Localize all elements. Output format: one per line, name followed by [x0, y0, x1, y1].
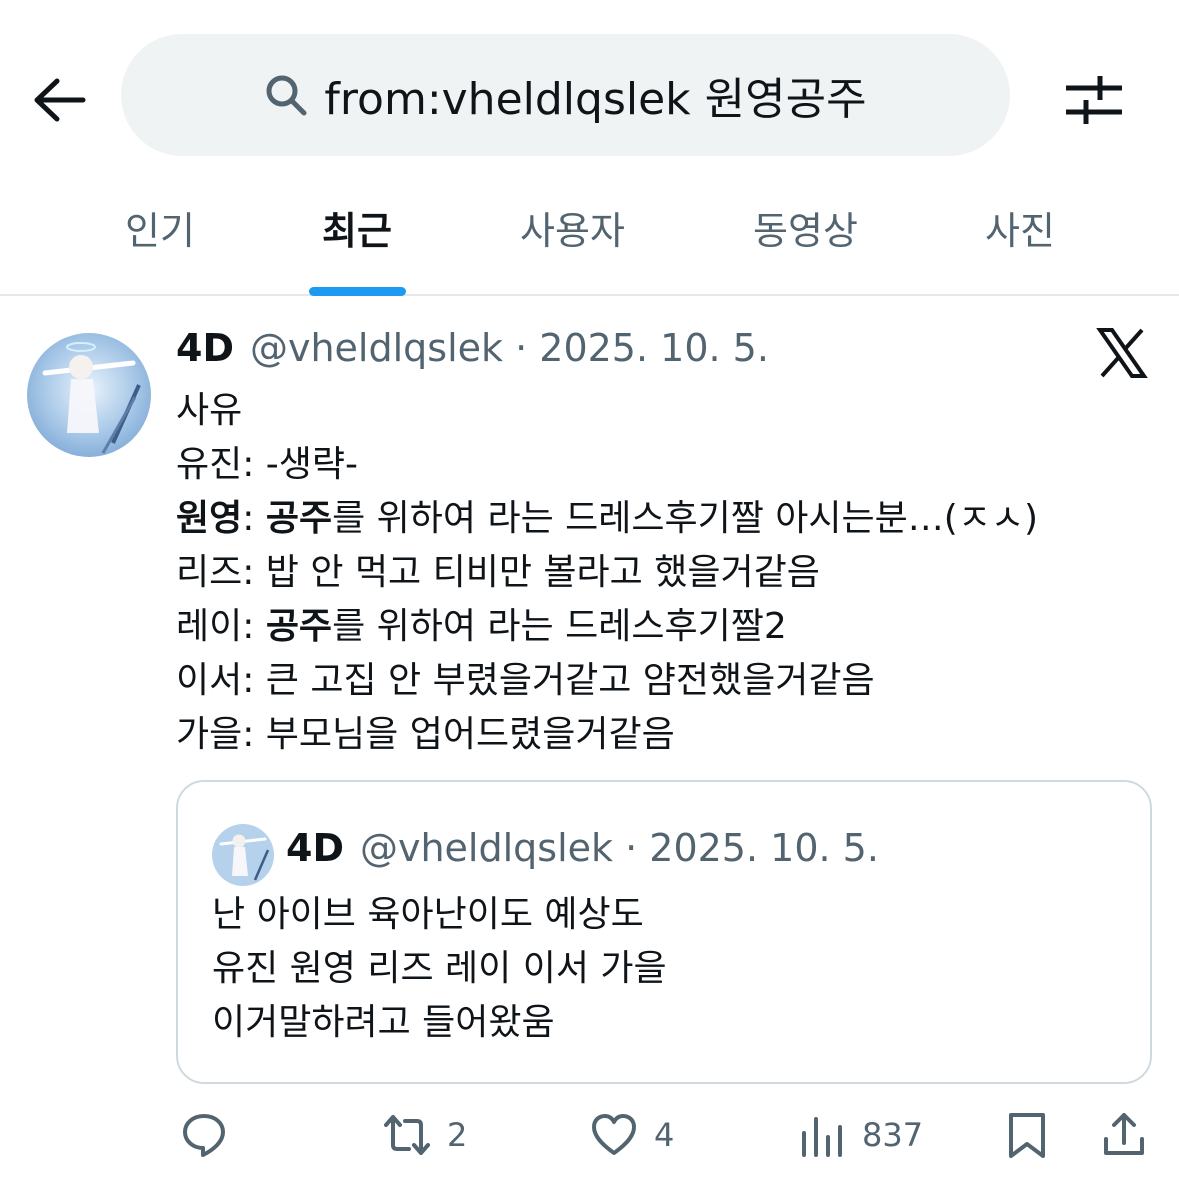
quoted-handle-date: @vheldlqslek · 2025. 10. 5.: [359, 826, 879, 870]
bookmark-button[interactable]: [1003, 1110, 1051, 1160]
view-count: 837: [862, 1116, 924, 1154]
tweet-line: 유진: -생략-: [176, 444, 359, 485]
tweet-line: 레이: 공주를 위하여 라는 드레스후기짤2: [176, 606, 787, 647]
author-name[interactable]: 4D: [176, 326, 234, 370]
tweet-line: 리즈: 밥 안 먹고 티비만 볼라고 했을거같음: [176, 552, 820, 593]
search-query[interactable]: from:vheldlqslek 원영공주: [324, 63, 866, 127]
tweet-line: 사유: [176, 390, 243, 431]
search-icon: [266, 75, 307, 116]
tweet-line: 이서: 큰 고집 안 부렸을거같고 얌전했을거같음: [176, 660, 875, 701]
heart-icon: [592, 1114, 636, 1155]
retweet-count: 2: [447, 1116, 468, 1154]
quoted-line: 유진 원영 리즈 레이 이서 가을: [212, 948, 667, 989]
tab-users[interactable]: 사용자: [500, 200, 645, 255]
author-handle-date[interactable]: @vheldlqslek · 2025. 10. 5.: [250, 326, 769, 370]
views-icon: [802, 1117, 842, 1157]
avatar-image: [27, 333, 151, 457]
tab-recent[interactable]: 최근: [297, 200, 417, 255]
retweet-icon: [384, 1115, 430, 1155]
arrow-left-icon: [34, 78, 86, 122]
reply-button[interactable]: [180, 1110, 228, 1160]
tweet-text: 사유 유진: -생략- 원영: 공주를 위하여 라는 드레스후기짤 아시는분…(…: [176, 384, 1156, 762]
like-count: 4: [654, 1116, 675, 1154]
tab-videos[interactable]: 동영상: [733, 200, 878, 255]
quoted-avatar[interactable]: [212, 824, 274, 886]
back-button[interactable]: [30, 70, 90, 130]
search-bar[interactable]: from:vheldlqslek 원영공주: [121, 34, 1010, 156]
tweet-line: 가을: 부모님을 업어드렸을거같음: [176, 714, 675, 755]
share-icon: [1104, 1113, 1144, 1155]
tweet-header: 4D @vheldlqslek · 2025. 10. 5.: [176, 326, 769, 370]
tweet-line: 원영: 공주를 위하여 라는 드레스후기짤 아시는분…(ㅈㅅ): [176, 498, 1039, 539]
quoted-tweet[interactable]: 4D @vheldlqslek · 2025. 10. 5. 난 아이브 육아난…: [176, 780, 1152, 1084]
views-button[interactable]: 837: [798, 1110, 923, 1160]
search-tabs: 인기 최근 사용자 동영상 사진: [0, 180, 1179, 296]
bookmark-icon: [1009, 1113, 1045, 1158]
avatar[interactable]: [27, 333, 151, 457]
quoted-line: 난 아이브 육아난이도 예상도: [212, 894, 644, 935]
retweet-button[interactable]: 2: [383, 1110, 467, 1160]
like-button[interactable]: 4: [590, 1110, 674, 1160]
search-filter-button[interactable]: [1062, 70, 1126, 130]
quoted-author-name: 4D: [286, 826, 344, 870]
active-tab-indicator: [309, 287, 406, 296]
sliders-icon: [1066, 76, 1122, 124]
tweet-actions: 2 4 837: [0, 1100, 1179, 1170]
tab-photos[interactable]: 사진: [960, 200, 1080, 255]
quoted-text: 난 아이브 육아난이도 예상도 유진 원영 리즈 레이 이서 가을 이거말하려고…: [212, 888, 667, 1050]
tab-popular[interactable]: 인기: [100, 200, 220, 255]
x-logo-icon: [1096, 328, 1148, 378]
share-button[interactable]: [1100, 1110, 1148, 1160]
avatar-image: [212, 824, 274, 886]
quoted-header: 4D @vheldlqslek · 2025. 10. 5.: [286, 826, 879, 870]
reply-icon: [183, 1114, 225, 1157]
quoted-line: 이거말하려고 들어왔움: [212, 1002, 555, 1043]
